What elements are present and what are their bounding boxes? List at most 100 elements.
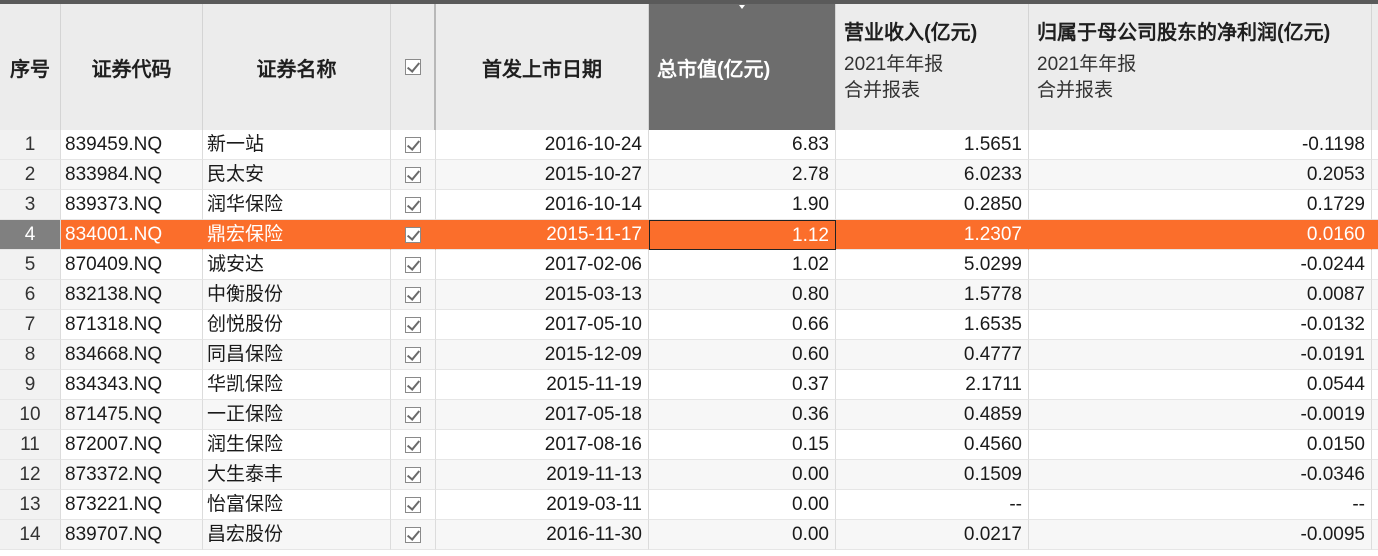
security-code-cell[interactable]: 839707.NQ [61,520,203,550]
net-profit-cell[interactable]: -0.0191 [1029,340,1372,370]
row-index-cell[interactable]: 8 [0,340,61,370]
table-row[interactable]: 12 873372.NQ 大生泰丰 2019-11-13 0.00 0.1509 -0.03… [0,460,1378,490]
row-index-cell[interactable]: 4 [0,220,61,250]
row-index-cell[interactable]: 9 [0,370,61,400]
security-code-cell[interactable]: 834001.NQ [61,220,203,250]
row-checkbox[interactable] [405,286,421,303]
net-profit-cell[interactable]: -- [1029,490,1372,520]
row-index-cell[interactable]: 7 [0,310,61,340]
market-cap-cell[interactable]: 1.90 [649,190,836,220]
row-index-cell[interactable]: 2 [0,160,61,190]
table-row[interactable]: 5 870409.NQ 诚安达 2017-02-06 1.02 5.0299 -0.0244 [0,250,1378,280]
ipo-date-cell[interactable]: 2019-11-13 [436,460,649,490]
security-name-cell[interactable]: 华凯保险 [203,370,391,400]
security-code-cell[interactable]: 871318.NQ [61,310,203,340]
table-row[interactable]: 2 833984.NQ 民太安 2015-10-27 2.78 6.0233 0.2053 [0,160,1378,190]
revenue-cell[interactable]: 0.4560 [836,430,1029,460]
market-cap-cell[interactable]: 1.02 [649,250,836,280]
row-select-cell[interactable] [391,460,436,490]
row-select-cell[interactable] [391,160,436,190]
revenue-cell[interactable]: 6.0233 [836,160,1029,190]
net-profit-cell[interactable]: 0.1729 [1029,190,1372,220]
row-checkbox[interactable] [405,196,421,213]
row-index-cell[interactable]: 12 [0,460,61,490]
security-name-cell[interactable]: 大生泰丰 [203,460,391,490]
net-profit-cell[interactable]: -0.1198 [1029,130,1372,160]
row-index-cell[interactable]: 14 [0,520,61,550]
row-index-cell[interactable]: 1 [0,130,61,160]
row-select-cell[interactable] [391,430,436,460]
revenue-cell[interactable]: 1.5651 [836,130,1029,160]
ipo-date-cell[interactable]: 2017-02-06 [436,250,649,280]
table-row[interactable]: 11 872007.NQ 润生保险 2017-08-16 0.15 0.4560 0.015… [0,430,1378,460]
market-cap-cell[interactable]: 0.60 [649,340,836,370]
row-checkbox[interactable] [405,496,421,513]
net-profit-cell[interactable]: 0.0544 [1029,370,1372,400]
net-profit-cell[interactable]: 0.0150 [1029,430,1372,460]
table-row[interactable]: 4 834001.NQ 鼎宏保险 2015-11-17 1.12 1.2307 0.0160 [0,220,1378,250]
row-index-cell[interactable]: 6 [0,280,61,310]
net-profit-cell[interactable]: -0.0132 [1029,310,1372,340]
security-name-cell[interactable]: 怡富保险 [203,490,391,520]
security-name-cell[interactable]: 一正保险 [203,400,391,430]
row-select-cell[interactable] [391,190,436,220]
table-row[interactable]: 10 871475.NQ 一正保险 2017-05-18 0.36 0.4859 -0.00… [0,400,1378,430]
row-select-cell[interactable] [391,130,436,160]
security-name-cell[interactable]: 同昌保险 [203,340,391,370]
market-cap-cell[interactable]: 0.00 [649,490,836,520]
row-checkbox[interactable] [405,316,421,333]
table-row[interactable]: 13 873221.NQ 怡富保险 2019-03-11 0.00 -- -- [0,490,1378,520]
ipo-date-cell[interactable]: 2017-05-18 [436,400,649,430]
table-row[interactable]: 6 832138.NQ 中衡股份 2015-03-13 0.80 1.5778 0.0087 [0,280,1378,310]
select-all-checkbox[interactable] [404,59,421,75]
security-code-cell[interactable]: 871475.NQ [61,400,203,430]
security-name-cell[interactable]: 诚安达 [203,250,391,280]
table-row[interactable]: 7 871318.NQ 创悦股份 2017-05-10 0.66 1.6535 -0.013… [0,310,1378,340]
security-code-cell[interactable]: 832138.NQ [61,280,203,310]
revenue-cell[interactable]: 0.1509 [836,460,1029,490]
security-code-cell[interactable]: 833984.NQ [61,160,203,190]
row-checkbox[interactable] [405,526,421,543]
row-checkbox[interactable] [405,136,421,153]
ipo-date-cell[interactable]: 2016-10-14 [436,190,649,220]
revenue-cell[interactable]: 2.1711 [836,370,1029,400]
ipo-date-cell[interactable]: 2015-11-19 [436,370,649,400]
revenue-cell[interactable]: -- [836,490,1029,520]
revenue-cell[interactable]: 0.2850 [836,190,1029,220]
table-row[interactable]: 3 839373.NQ 润华保险 2016-10-14 1.90 0.2850 0.1729 [0,190,1378,220]
ipo-date-cell[interactable]: 2015-12-09 [436,340,649,370]
ipo-date-cell[interactable]: 2015-03-13 [436,280,649,310]
security-name-cell[interactable]: 润华保险 [203,190,391,220]
net-profit-cell[interactable]: 0.0160 [1029,220,1372,250]
revenue-cell[interactable]: 0.0217 [836,520,1029,550]
security-name-cell[interactable]: 新一站 [203,130,391,160]
row-checkbox[interactable] [405,466,421,483]
ipo-date-cell[interactable]: 2016-10-24 [436,130,649,160]
header-index[interactable]: 序号 [0,4,61,130]
row-index-cell[interactable]: 11 [0,430,61,460]
revenue-cell[interactable]: 1.6535 [836,310,1029,340]
revenue-cell[interactable]: 1.5778 [836,280,1029,310]
market-cap-cell[interactable]: 1.12 [649,220,836,250]
market-cap-cell[interactable]: 0.80 [649,280,836,310]
row-select-cell[interactable] [391,400,436,430]
row-checkbox[interactable] [405,166,421,183]
security-code-cell[interactable]: 834343.NQ [61,370,203,400]
row-checkbox[interactable] [405,226,421,243]
ipo-date-cell[interactable]: 2015-10-27 [436,160,649,190]
row-select-cell[interactable] [391,490,436,520]
header-revenue[interactable]: 营业收入(亿元) 2021年年报 合并报表 [836,4,1029,130]
row-index-cell[interactable]: 3 [0,190,61,220]
ipo-date-cell[interactable]: 2016-11-30 [436,520,649,550]
security-code-cell[interactable]: 834668.NQ [61,340,203,370]
revenue-cell[interactable]: 5.0299 [836,250,1029,280]
net-profit-cell[interactable]: -0.0346 [1029,460,1372,490]
ipo-date-cell[interactable]: 2017-05-10 [436,310,649,340]
header-ipo-date[interactable]: 首发上市日期 [436,4,649,130]
security-code-cell[interactable]: 873221.NQ [61,490,203,520]
net-profit-cell[interactable]: -0.0095 [1029,520,1372,550]
security-name-cell[interactable]: 创悦股份 [203,310,391,340]
revenue-cell[interactable]: 0.4777 [836,340,1029,370]
row-select-cell[interactable] [391,280,436,310]
row-checkbox[interactable] [405,406,421,423]
